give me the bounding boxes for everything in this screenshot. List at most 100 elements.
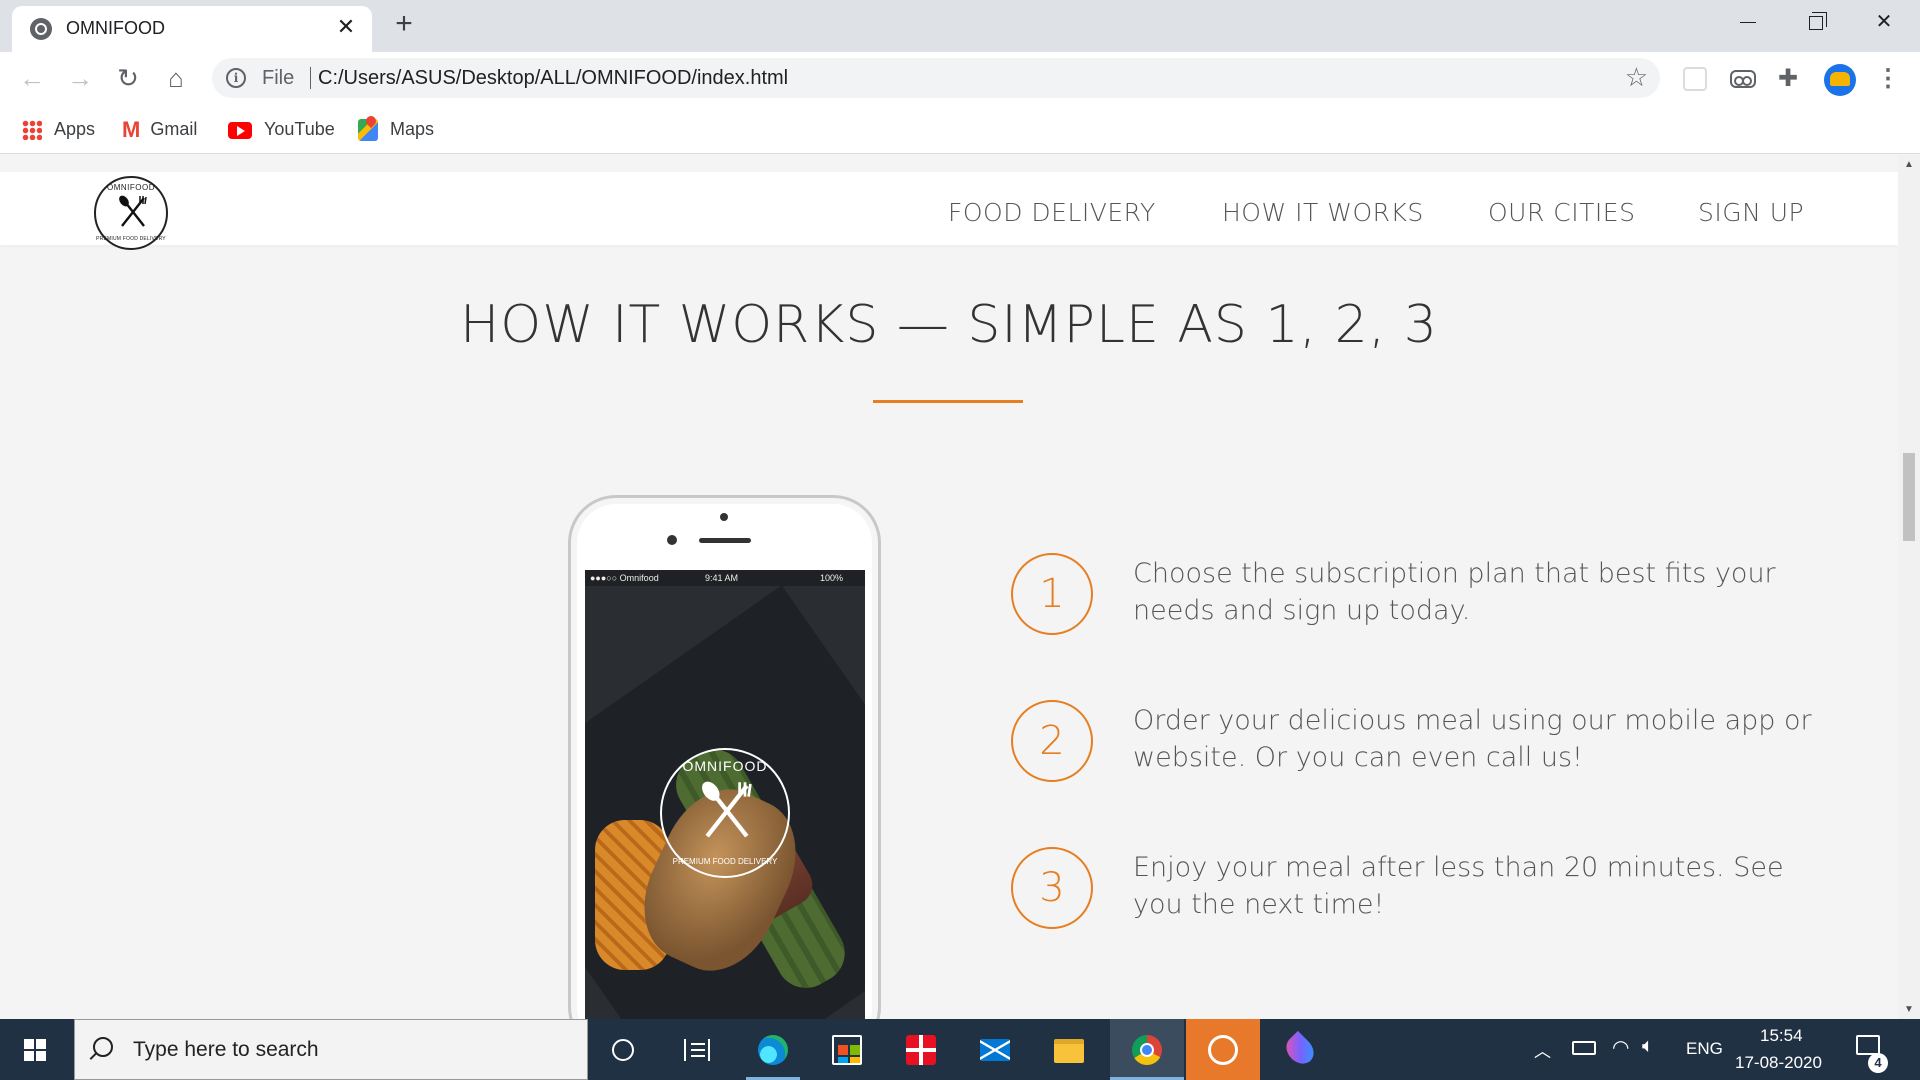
bookmark-label: Gmail [150,119,198,139]
step-1: 1 Choose the subscription plan that best… [1011,553,1841,643]
tab-strip: OMNIFOOD ✕ + ✕ [0,0,1920,52]
action-center-icon[interactable] [1856,1035,1880,1055]
url-text[interactable]: C:/Users/ASUS/Desktop/ALL/OMNIFOOD/index… [318,67,788,90]
omnifood-logo[interactable]: OMNIFOOD PREMIUM FOOD DELIVERY [94,176,168,250]
browser-toolbar: ← → ↻ ⌂ i File C:/Users/ASUS/Desktop/ALL… [0,52,1920,104]
taskbar-gift[interactable] [884,1019,958,1080]
nav-sign-up[interactable]: SIGN UP [1698,198,1804,227]
step-number: 2 [1011,700,1093,782]
taskbar-file-explorer[interactable] [1032,1019,1106,1080]
home-icon[interactable]: ⌂ [160,62,192,94]
phone-speaker [699,538,751,543]
taskbar-store[interactable] [810,1019,884,1080]
bookmark-label: Apps [54,119,96,139]
notification-count-badge: 4 [1868,1053,1888,1073]
reload-icon[interactable]: ↻ [112,62,144,94]
phone-status-bar: ●●●○○ Omnifood 9:41 AM 100% [585,570,865,586]
new-tab-button[interactable]: + [388,8,420,40]
volume-icon[interactable]: 🔈︎ [1642,1035,1654,1058]
step-text: Choose the subscription plan that best f… [1133,558,1776,626]
taskbar-app-drop[interactable] [1262,1019,1336,1080]
task-view-button[interactable] [660,1019,734,1080]
address-bar[interactable]: i File C:/Users/ASUS/Desktop/ALL/OMNIFOO… [212,58,1660,98]
vertical-scrollbar[interactable]: ▲ ▼ [1898,155,1920,1019]
clock-time: 15:54 [1760,1026,1803,1045]
step-2: 2 Order your delicious meal using our mo… [1011,700,1841,790]
step-3: 3 Enjoy your meal after less than 20 min… [1011,847,1841,937]
logo-text: OMNIFOOD [107,183,155,192]
vr-extension-icon[interactable] [1730,70,1756,88]
app-logo-tagline: PREMIUM FOOD DELIVERY [672,857,778,866]
taskbar-edge[interactable] [736,1019,810,1080]
back-arrow-icon[interactable]: ← [16,62,48,94]
folder-icon [1054,1039,1084,1063]
info-icon[interactable]: i [226,68,246,88]
phone-camera [720,513,728,521]
step-text: Order your delicious meal using our mobi… [1133,705,1812,773]
chrome-menu-icon[interactable]: ⋮ [1876,67,1900,91]
scroll-up-arrow-icon[interactable]: ▲ [1903,159,1915,170]
bookmark-gmail[interactable]: M Gmail [122,116,197,142]
forward-arrow-icon[interactable]: → [64,62,96,94]
phone-screen: ●●●○○ Omnifood 9:41 AM 100% OMNIFOOD PRE… [585,570,865,1019]
bookmark-label: YouTube [264,119,335,139]
globe-icon [30,18,52,40]
taskbar-app-orange[interactable] [1186,1019,1260,1080]
bookmark-apps[interactable]: Apps [22,116,95,142]
cortana-button[interactable] [586,1019,660,1080]
bookmark-youtube[interactable]: YouTube [228,116,335,142]
nav-how-it-works[interactable]: HOW IT WORKS [1222,198,1424,227]
pocket-extension-icon[interactable] [1683,67,1707,91]
battery-icon[interactable] [1572,1041,1596,1055]
gmail-icon: M [122,117,141,143]
bookmarks-bar: Apps M Gmail YouTube Maps [0,104,1920,154]
nav-our-cities[interactable]: OUR CITIES [1488,198,1635,227]
minimize-button[interactable] [1714,0,1782,44]
taskbar-search-box[interactable]: Type here to search [74,1019,588,1080]
cutlery-icon [119,195,147,227]
close-window-button[interactable]: ✕ [1850,0,1918,44]
clock-date: 17-08-2020 [1735,1053,1822,1072]
scrollbar-thumb[interactable] [1903,453,1915,541]
bookmark-label: Maps [390,119,435,139]
bookmark-star-icon[interactable]: ☆ [1625,62,1648,93]
edge-icon [758,1035,788,1065]
wifi-icon[interactable]: ◠ [1612,1035,1629,1060]
scroll-down-arrow-icon[interactable]: ▼ [1903,1004,1915,1015]
start-button[interactable] [0,1019,72,1080]
extensions-puzzle-icon[interactable]: ✚ [1778,67,1802,91]
app-logo-text: OMNIFOOD [682,758,768,774]
taskbar-chrome[interactable] [1110,1019,1184,1080]
logo-tagline: PREMIUM FOOD DELIVERY [96,236,166,242]
step-number: 1 [1011,553,1093,635]
task-view-icon [684,1039,710,1061]
cortana-circle-icon [612,1039,634,1061]
gauge-icon [1208,1035,1238,1065]
chrome-center-dot [1140,1043,1154,1057]
paint-drop-icon [1280,1030,1320,1070]
profile-avatar[interactable] [1824,64,1856,96]
search-icon [93,1037,113,1057]
taskbar-mail[interactable] [958,1019,1032,1080]
cutlery-icon [702,781,752,838]
title-underline [873,400,1023,403]
language-indicator[interactable]: ENG [1686,1039,1723,1059]
step-number: 3 [1011,847,1093,929]
omnibox-divider [310,67,311,89]
phone-mockup: ●●●○○ Omnifood 9:41 AM 100% OMNIFOOD PRE… [568,495,881,1019]
restore-button[interactable] [1782,0,1850,44]
show-hidden-icons-icon[interactable]: ︿ [1534,1037,1551,1062]
bookmark-maps[interactable]: Maps [358,116,434,142]
tab-omnifood[interactable]: OMNIFOOD ✕ [12,6,372,52]
nav-food-delivery[interactable]: FOOD DELIVERY [948,198,1156,227]
gift-icon [906,1035,936,1065]
windows-logo-icon [24,1039,46,1061]
tab-title: OMNIFOOD [66,18,165,38]
search-placeholder: Type here to search [133,1038,319,1061]
status-carrier: ●●●○○ Omnifood [590,573,659,583]
mail-icon [980,1039,1010,1061]
apps-grid-icon [22,120,42,141]
close-tab-icon[interactable]: ✕ [334,15,358,39]
maps-icon [358,119,378,142]
store-bag-icon [832,1035,862,1065]
